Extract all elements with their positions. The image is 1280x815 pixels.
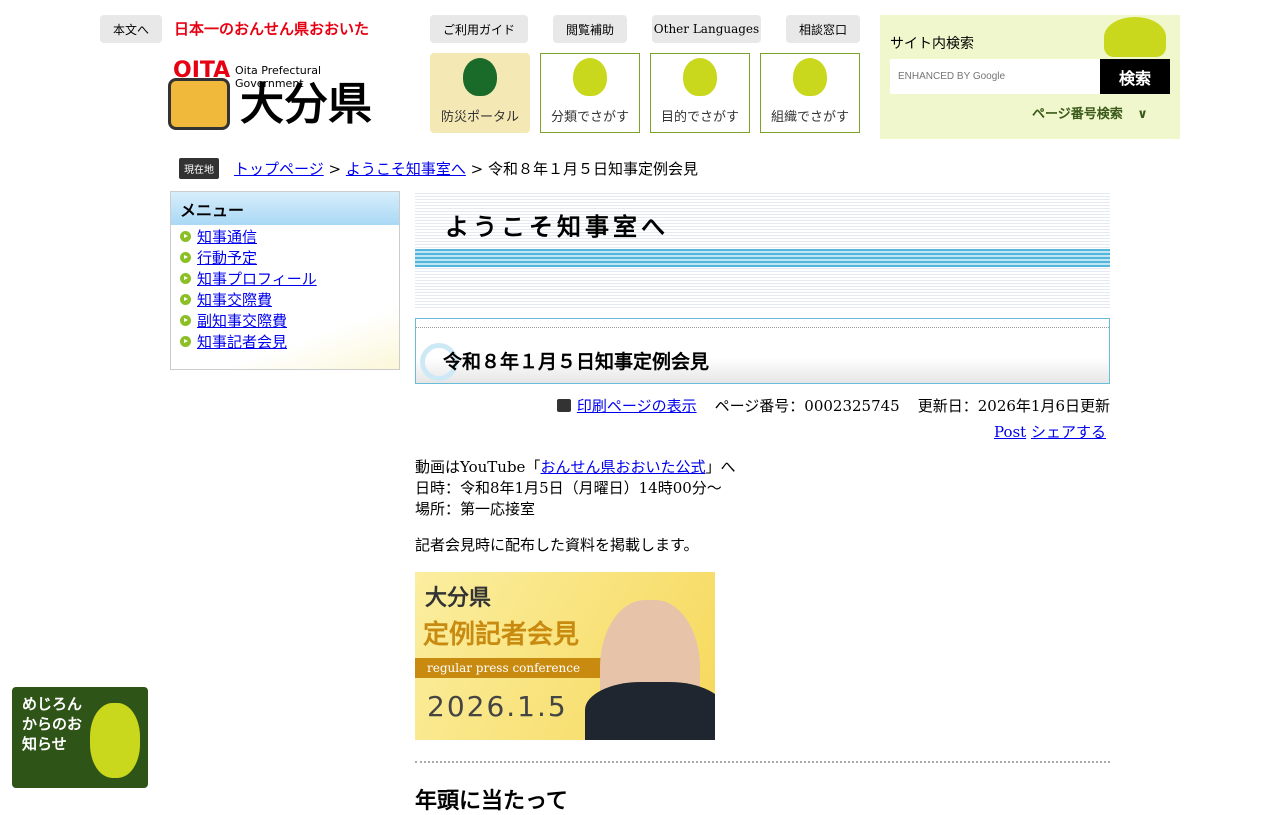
bullet-icon <box>180 336 191 347</box>
skip-to-content-button[interactable]: 本文へ <box>100 15 162 43</box>
nav-label: 目的でさがす <box>660 110 739 125</box>
sidebar-item-press[interactable]: 知事記者会見 <box>197 331 287 352</box>
search-input[interactable] <box>890 59 1100 94</box>
breadcrumb-top[interactable]: トップページ <box>234 160 324 178</box>
mejiron-news-label: めじろんからのお知らせ <box>22 695 83 753</box>
page-number: ページ番号：0002325745 <box>714 397 900 415</box>
nav-organization[interactable]: 組織でさがす <box>760 53 860 133</box>
image-date: 2026.1.5 <box>427 690 568 723</box>
mejiron-news-button[interactable]: めじろんからのお知らせ <box>12 687 148 788</box>
nav-label: 分類でさがす <box>550 110 629 125</box>
consultation-button[interactable]: 相談窓口 <box>786 15 860 43</box>
sidebar-item-newsletter[interactable]: 知事通信 <box>197 226 257 247</box>
mejiron-icon <box>90 703 140 778</box>
breadcrumb-governor[interactable]: ようこそ知事室へ <box>346 160 466 178</box>
sidebar-title: メニュー <box>171 192 399 225</box>
bullet-icon <box>180 231 191 242</box>
page-number-search-toggle[interactable]: ページ番号検索 ∨ <box>1032 103 1148 122</box>
search-title: サイト内検索 <box>890 36 974 52</box>
sidebar-item-profile[interactable]: 知事プロフィール <box>197 268 317 289</box>
logo-oita-mark: OITA <box>173 58 231 83</box>
bullet-icon <box>180 315 191 326</box>
breadcrumb: 現在地 トップページ > ようこそ知事室へ > 令和８年１月５日知事定例会見 <box>179 158 698 179</box>
youtube-link[interactable]: おんせん県おおいた公式 <box>540 458 705 476</box>
sidebar-item-vice-expenses[interactable]: 副知事交際費 <box>197 310 287 331</box>
nav-disaster-portal[interactable]: 防災ポータル <box>430 53 530 133</box>
logo-japanese: 大分県 <box>240 79 372 130</box>
breadcrumb-current: 令和８年１月５日知事定例会見 <box>487 160 698 178</box>
bullet-icon <box>180 252 191 263</box>
mejiron-icon <box>683 58 717 96</box>
section-heading: 年頭に当たって <box>415 789 568 814</box>
print-link[interactable]: 印刷ページの表示 <box>577 397 697 415</box>
sidebar-item-expenses[interactable]: 知事交際費 <box>197 289 272 310</box>
search-panel: サイト内検索 検索 ページ番号検索 ∨ <box>880 15 1180 139</box>
article-body: 動画はYouTube「おんせん県おおいた公式」へ 日時：令和8年1月5日（月曜日… <box>415 457 735 556</box>
nav-category[interactable]: 分類でさがす <box>540 53 640 133</box>
share-links: Post シェアする <box>994 421 1106 442</box>
bullet-icon <box>180 294 191 305</box>
guide-button[interactable]: ご利用ガイド <box>430 15 528 43</box>
banner-title: ようこそ知事室へ <box>445 212 669 241</box>
mejiron-icon <box>793 58 827 96</box>
onsen-slogan: 日本一のおんせん県おおいた <box>174 20 370 38</box>
nav-label: 防災ポータル <box>440 110 519 125</box>
bullet-icon <box>180 273 191 284</box>
event-place: 場所：第一応接室 <box>415 500 536 518</box>
nav-label: 組織でさがす <box>770 110 849 125</box>
updated-date: 更新日：2026年1月6日更新 <box>917 397 1110 415</box>
site-logo[interactable]: OITA Oita Prefectural Government 大分県 <box>168 58 378 133</box>
search-button[interactable]: 検索 <box>1100 59 1170 94</box>
breadcrumb-separator: > <box>465 160 488 178</box>
breadcrumb-badge: 現在地 <box>179 158 219 179</box>
sidebar-item-schedule[interactable]: 行動予定 <box>197 247 257 268</box>
image-title: 定例記者会見 <box>423 620 580 650</box>
breadcrumb-separator: > <box>323 160 346 178</box>
text: 」へ <box>705 458 736 476</box>
page-title: 令和８年１月５日知事定例会見 <box>443 351 710 373</box>
mejiron-icon <box>1104 17 1166 57</box>
section-banner: ようこそ知事室へ <box>415 191 1110 308</box>
page-number-search-label: ページ番号検索 <box>1032 107 1123 122</box>
logo-tub-icon <box>168 78 230 130</box>
accessibility-button[interactable]: 閲覧補助 <box>553 15 627 43</box>
share-link[interactable]: シェアする <box>1031 423 1106 441</box>
mejiron-icon <box>573 58 607 96</box>
printer-icon <box>556 399 571 412</box>
chevron-down-icon: ∨ <box>1137 107 1148 122</box>
page-meta: 印刷ページの表示 ページ番号：0002325745 更新日：2026年1月6日更… <box>556 395 1110 416</box>
sidebar-menu: メニュー 知事通信 行動予定 知事プロフィール 知事交際費 副知事交際費 知事記… <box>170 191 400 370</box>
press-conference-image: 大分県 定例記者会見 regular press conference 2026… <box>415 572 715 740</box>
note: 記者会見時に配布した資料を掲載します。 <box>415 536 699 554</box>
text: 動画はYouTube「 <box>415 458 541 476</box>
page-title-box: 令和８年１月５日知事定例会見 <box>415 318 1110 384</box>
event-datetime: 日時：令和8年1月5日（月曜日）14時00分～ <box>415 479 722 497</box>
nav-purpose[interactable]: 目的でさがす <box>650 53 750 133</box>
image-subtitle: regular press conference <box>415 658 630 678</box>
languages-button[interactable]: Other Languages <box>652 15 761 43</box>
mejiron-icon <box>463 58 497 96</box>
post-link[interactable]: Post <box>994 423 1026 441</box>
image-pref: 大分県 <box>425 586 492 611</box>
